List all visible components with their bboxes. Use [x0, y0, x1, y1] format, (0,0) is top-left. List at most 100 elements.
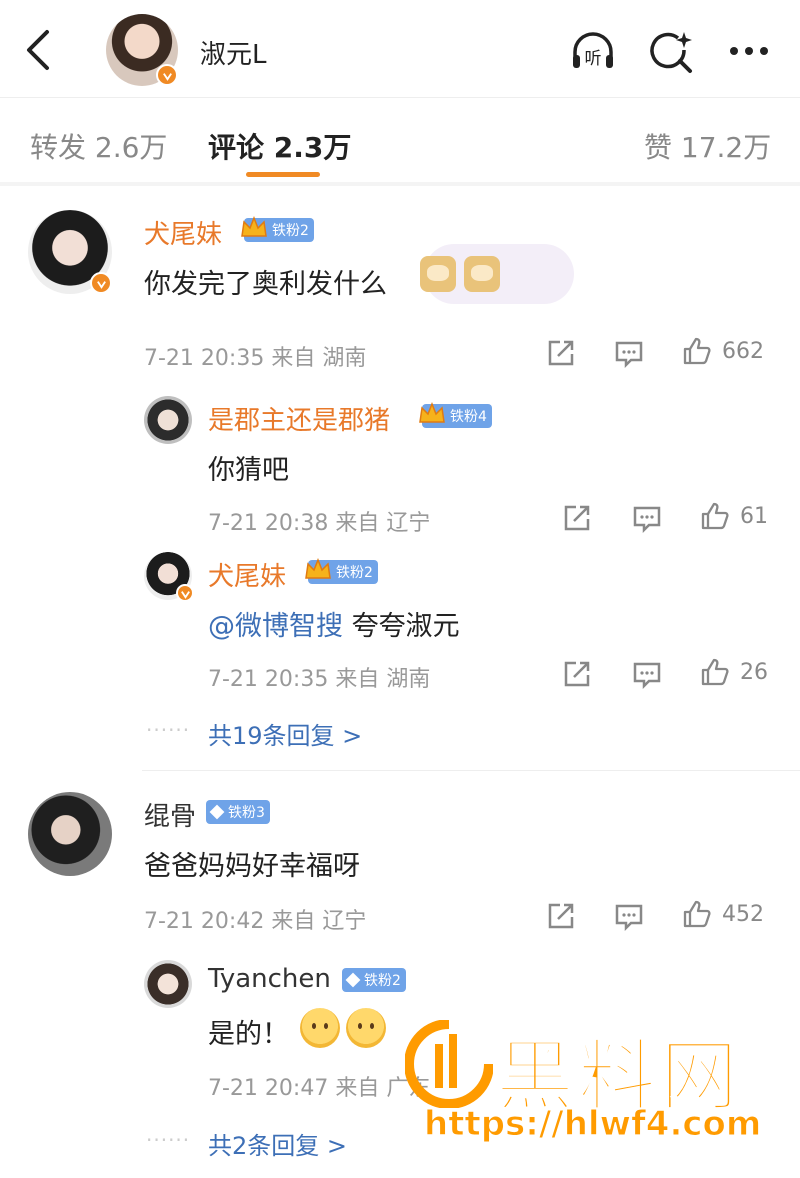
reply-meta: 7-21 20:38 来自 辽宁	[208, 505, 430, 537]
reply-text: 是的！	[208, 1019, 289, 1050]
reply-location: 来自 湖南	[335, 667, 431, 692]
ai-search-button[interactable]	[646, 26, 696, 76]
reply-text: 你猜吧	[208, 455, 289, 486]
reply-button[interactable]	[614, 901, 644, 931]
tab-comments[interactable]: 评论 2.3万	[208, 126, 351, 166]
thumbs-up-icon	[701, 502, 729, 530]
back-button[interactable]	[18, 28, 58, 72]
verified-badge-icon	[156, 64, 178, 86]
share-icon	[564, 661, 590, 687]
reply-location: 来自 辽宁	[335, 511, 431, 536]
author-avatar[interactable]	[106, 14, 178, 86]
listen-label: 听	[585, 49, 602, 69]
listen-button[interactable]: 听	[568, 26, 618, 76]
tab-likes[interactable]: 赞 17.2万	[644, 126, 771, 166]
reply-time: 7-21 20:35	[208, 667, 329, 692]
share-icon	[548, 903, 574, 929]
reply-time: 7-21 20:38	[208, 511, 329, 536]
comment-meta: 7-21 20:35 来自 湖南	[144, 340, 366, 372]
verified-badge-icon	[176, 584, 194, 602]
thumbs-up-icon	[701, 658, 729, 686]
thumbs-up-icon	[683, 900, 711, 928]
doge-emoji-icon	[464, 256, 500, 292]
thumbs-up-icon	[683, 337, 711, 365]
reply-text: @微博智搜 夸夸淑元	[208, 604, 460, 643]
reply-meta: 7-21 20:35 来自 湖南	[208, 661, 430, 693]
back-chevron-icon	[27, 30, 49, 70]
ai-search-icon	[650, 32, 692, 73]
share-icon	[564, 505, 590, 531]
like-button[interactable]: 452	[682, 899, 764, 929]
reply-button[interactable]	[632, 659, 662, 689]
reply-meta: 7-21 20:47 来自 广东	[208, 1070, 430, 1102]
watermark-logo-icon	[405, 1020, 493, 1108]
crown-icon	[419, 401, 445, 423]
comment-username[interactable]: 绲骨	[144, 796, 196, 833]
diamond-icon	[345, 972, 361, 988]
fan-badge-label: 铁粉2	[364, 973, 401, 989]
fan-badge-label: 铁粉3	[228, 805, 265, 821]
reply-username[interactable]: 犬尾妹	[208, 556, 286, 593]
listen-icon: 听	[573, 32, 613, 69]
fan-badge-label: 铁粉2	[336, 565, 373, 581]
mention-link[interactable]: @微博智搜	[208, 611, 343, 642]
hug-emoji-icon	[346, 1008, 386, 1048]
active-tab-indicator	[246, 172, 320, 177]
fan-badge: 铁粉2	[305, 557, 378, 584]
avatar[interactable]	[144, 960, 192, 1008]
fan-badge-label: 铁粉4	[450, 409, 487, 425]
repost-button[interactable]	[546, 901, 576, 931]
fan-badge: 铁粉2	[241, 215, 314, 242]
repost-button[interactable]	[562, 503, 592, 533]
comment-meta: 7-21 20:42 来自 辽宁	[144, 903, 366, 935]
hug-emoji-icon	[300, 1008, 340, 1048]
comment-icon	[633, 662, 661, 689]
reply-button[interactable]	[614, 338, 644, 368]
fan-badge: 铁粉3	[206, 800, 270, 824]
comment-divider	[142, 770, 800, 771]
like-button[interactable]: 662	[682, 336, 764, 366]
fan-badge-label: 铁粉2	[272, 223, 309, 239]
like-count: 61	[740, 503, 768, 529]
tab-reposts[interactable]: 转发 2.6万	[30, 126, 167, 166]
author-name[interactable]: 淑元L	[200, 34, 267, 71]
doge-emoji-icon	[420, 256, 456, 292]
avatar[interactable]	[144, 396, 192, 444]
comment-location: 来自 湖南	[271, 346, 367, 371]
reply-button[interactable]	[632, 503, 662, 533]
comment-time: 7-21 20:35	[144, 346, 265, 371]
fan-badge: 铁粉4	[419, 401, 492, 428]
watermark-url: https://hlwf4.com	[423, 1104, 762, 1145]
comment-username[interactable]: 犬尾妹	[144, 214, 222, 251]
reply-time: 7-21 20:47	[208, 1076, 329, 1101]
verified-badge-icon	[90, 272, 112, 294]
repost-button[interactable]	[546, 338, 576, 368]
reply-username[interactable]: 是郡主还是郡猪	[208, 400, 390, 437]
comment-icon	[615, 341, 643, 368]
avatar[interactable]	[144, 552, 194, 602]
avatar[interactable]	[28, 210, 112, 294]
like-button[interactable]: 61	[700, 501, 768, 531]
like-count: 452	[722, 901, 764, 927]
comment-time: 7-21 20:42	[144, 909, 265, 934]
diamond-icon	[209, 804, 225, 820]
more-button[interactable]	[724, 26, 774, 76]
more-replies-link[interactable]: 共2条回复 >	[208, 1126, 347, 1161]
dots-decoration: ······	[146, 718, 191, 742]
like-button[interactable]: 26	[700, 657, 768, 687]
like-count: 662	[722, 338, 764, 364]
more-replies-link[interactable]: 共19条回复 >	[208, 716, 362, 751]
reply-username[interactable]: Tyanchen	[208, 964, 331, 994]
fan-badge: 铁粉2	[342, 968, 406, 992]
like-count: 26	[740, 659, 768, 685]
comment-icon	[633, 506, 661, 533]
share-icon	[548, 340, 574, 366]
more-icon	[730, 47, 768, 55]
crown-icon	[241, 215, 267, 237]
comment-text: 你发完了奥利发什么	[144, 269, 387, 300]
comment-text: 爸爸妈妈好幸福呀	[144, 851, 360, 882]
crown-icon	[305, 557, 331, 579]
avatar[interactable]	[28, 792, 112, 876]
comment-location: 来自 辽宁	[271, 909, 367, 934]
repost-button[interactable]	[562, 659, 592, 689]
